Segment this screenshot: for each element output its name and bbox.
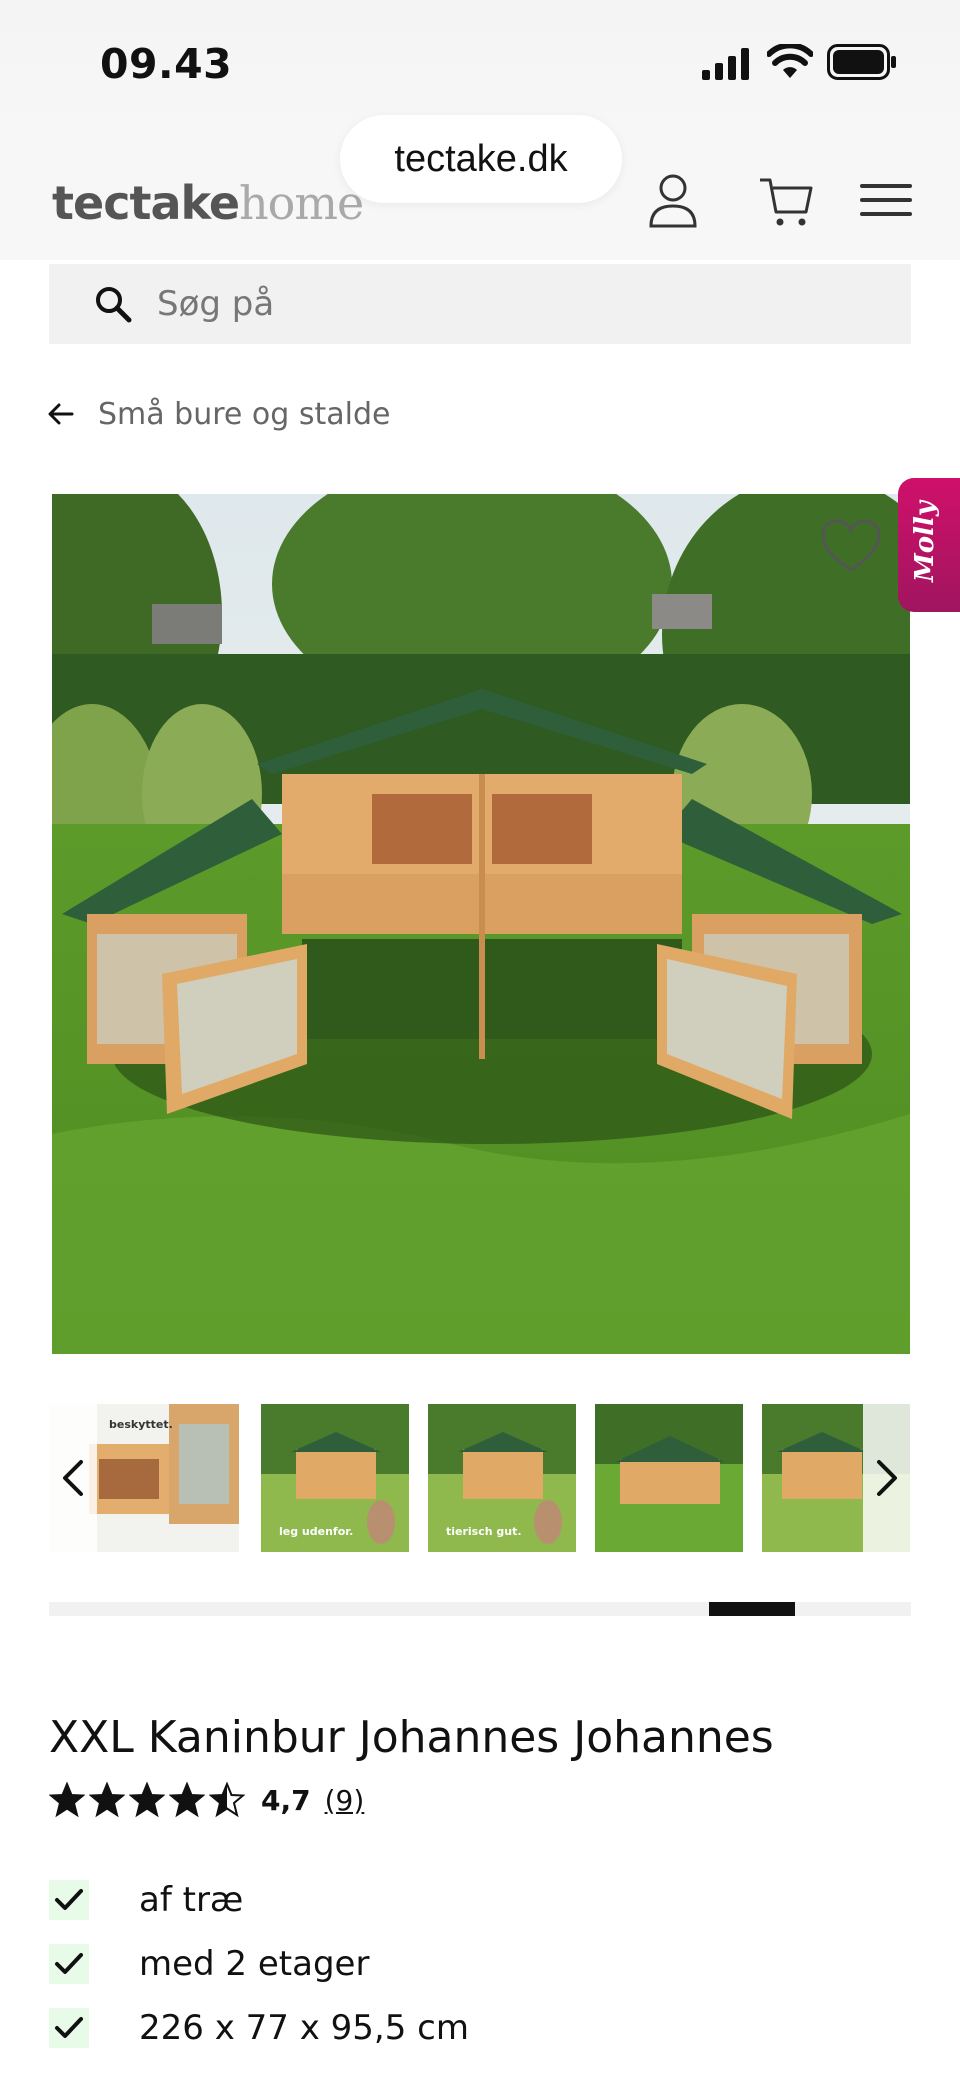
search-bar [49,264,911,344]
chat-assistant-tab[interactable]: Molly [898,478,960,612]
product-main-image[interactable] [52,494,910,1354]
carousel-next-button[interactable] [863,1404,911,1552]
logo-text-home: home [239,176,364,230]
cart-icon[interactable] [758,170,814,230]
feature-label: med 2 etager [139,1944,370,1984]
battery-icon [827,44,896,80]
checkmark-icon [49,1944,89,1984]
thumbnail-caption: leg udenfor. [279,1525,354,1538]
thumbnail-4[interactable] [595,1404,743,1552]
search-input[interactable] [157,274,857,334]
feature-label: af træ [139,1880,244,1920]
breadcrumb-back[interactable]: Små bure og stalde [48,392,390,436]
star-full-icon [49,1782,85,1818]
status-time: 09.43 [100,40,233,88]
review-count-link[interactable]: (9) [325,1784,365,1817]
thumbnail-caption: beskyttet. [109,1418,173,1431]
logo-text-brand: tectake [52,176,240,230]
thumbnail-carousel: beskyttet. leg udenfor. tierisch gut. [49,1404,911,1552]
star-full-icon [169,1782,205,1818]
carousel-scrollbar-thumb[interactable] [709,1602,795,1616]
rating-stars [49,1782,249,1818]
product-rating[interactable]: 4,7 (9) [49,1780,364,1820]
feature-item: 226 x 77 x 95,5 cm [49,1996,911,2060]
url-bar[interactable]: tectake.dk [340,115,622,203]
thumbnail-image [595,1404,743,1552]
status-bar: 09.43 [0,0,960,130]
chevron-right-icon [877,1460,897,1496]
checkmark-icon [49,1880,89,1920]
feature-item: med 2 etager [49,1932,911,1996]
thumbnail-3[interactable]: tierisch gut. [428,1404,576,1552]
chevron-left-icon [63,1460,83,1496]
breadcrumb-label: Små bure og stalde [98,396,391,432]
feature-list: af træ med 2 etager 226 x 77 x 95,5 cm [49,1868,911,2060]
carousel-prev-button[interactable] [49,1404,97,1552]
product-title: XXL Kaninbur Johannes Johannes [49,1712,774,1763]
star-half-icon [209,1782,245,1818]
arrow-left-icon [48,403,74,425]
search-icon[interactable] [93,284,133,324]
feature-item: af træ [49,1868,911,1932]
wishlist-heart-icon[interactable] [820,518,882,574]
rabbit-hutch-photo [52,494,910,1354]
chat-assistant-label: Molly [910,501,940,582]
wifi-icon [767,44,813,78]
account-icon[interactable] [645,170,701,230]
thumbnail-caption: tierisch gut. [446,1525,522,1538]
checkmark-icon [49,2008,89,2048]
cellular-signal-icon [702,48,749,80]
rating-value: 4,7 [261,1783,311,1817]
star-full-icon [129,1782,165,1818]
menu-icon[interactable] [860,170,912,230]
feature-label: 226 x 77 x 95,5 cm [139,2008,469,2048]
site-logo[interactable]: tectakehome [52,176,364,230]
thumbnail-2[interactable]: leg udenfor. [261,1404,409,1552]
carousel-scrollbar[interactable] [49,1602,911,1616]
star-full-icon [89,1782,125,1818]
